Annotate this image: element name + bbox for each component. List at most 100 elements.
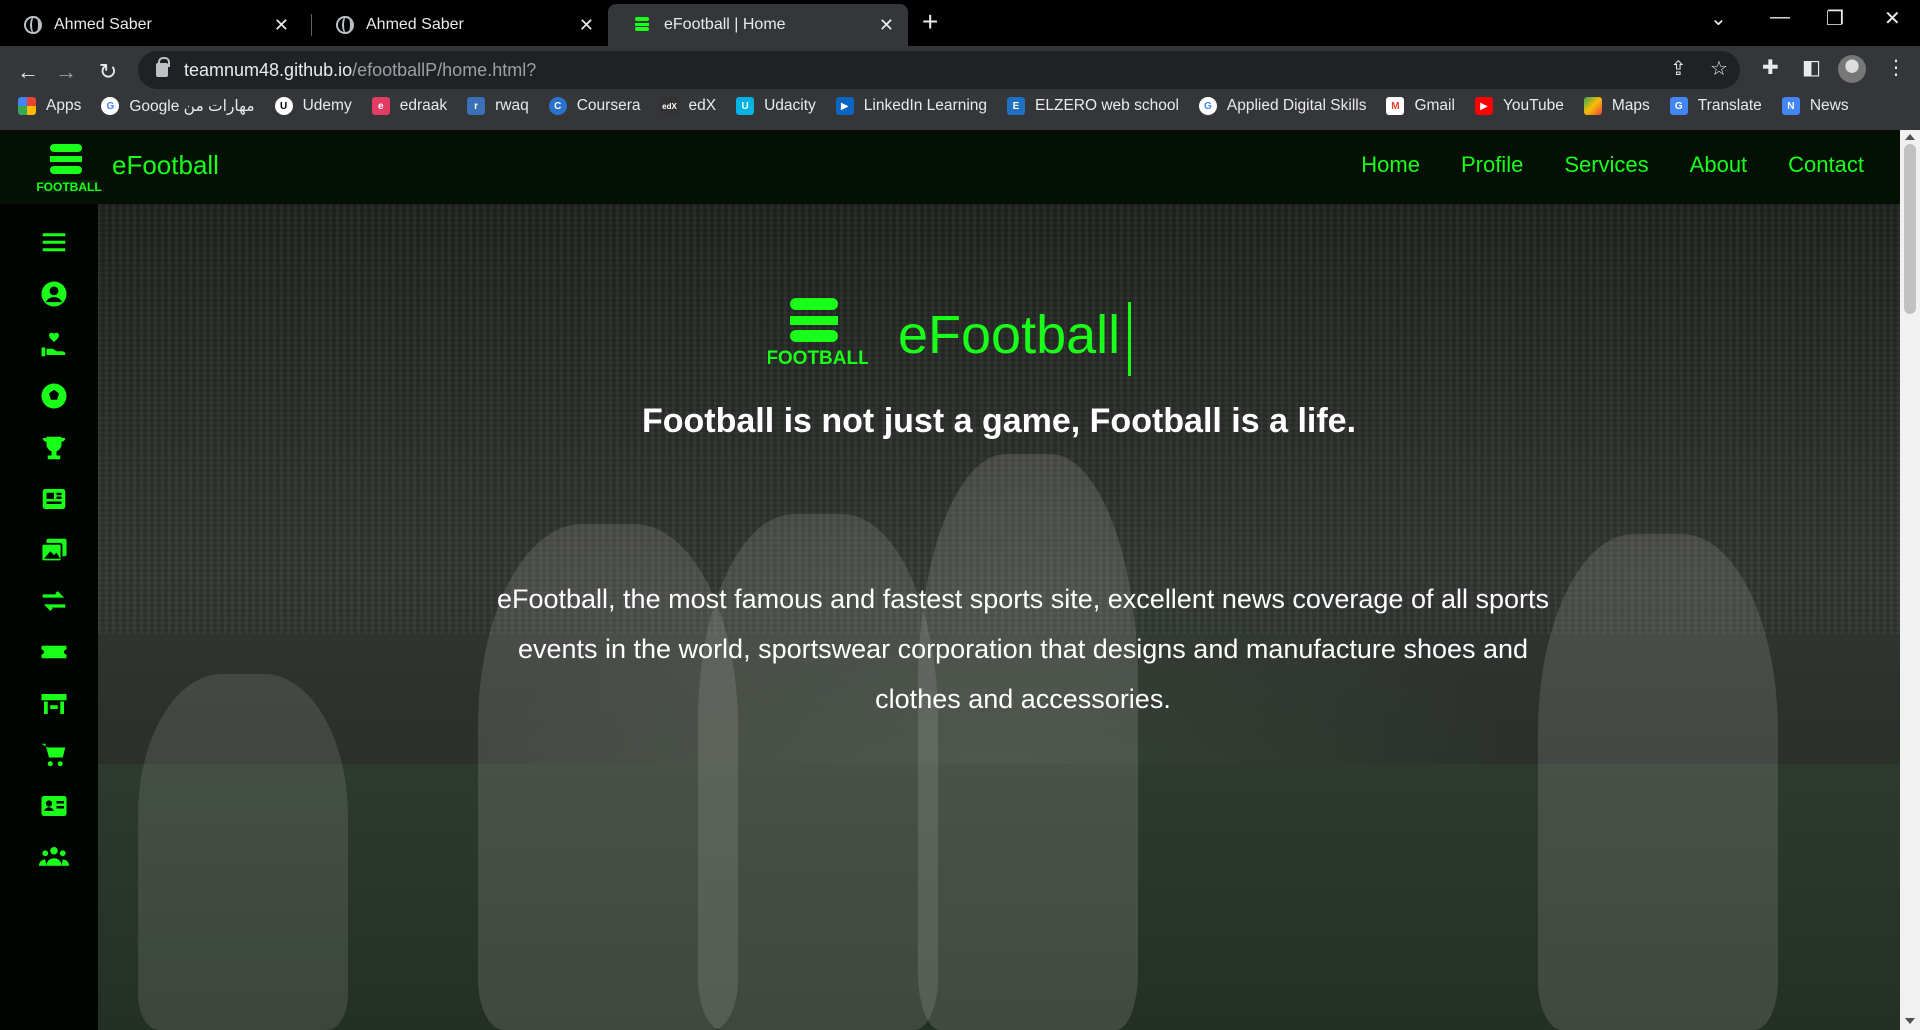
browser-tab[interactable]: Ahmed Saber ✕ <box>312 4 608 46</box>
efootball-hero-logo-icon: FOOTBALL <box>768 298 868 366</box>
close-icon[interactable]: ✕ <box>274 15 289 36</box>
bookmark-label: YouTube <box>1502 97 1564 114</box>
back-icon[interactable]: ← <box>10 54 46 90</box>
nav-profile[interactable]: Profile <box>1461 152 1523 178</box>
bookmark-label: Translate <box>1697 97 1762 114</box>
newspaper-icon[interactable] <box>38 483 70 515</box>
reload-icon[interactable]: ↻ <box>90 54 126 90</box>
cart-icon[interactable] <box>38 739 70 771</box>
bookmark-item[interactable]: G Applied Digital Skills <box>1198 97 1367 115</box>
bookmark-item[interactable]: G Translate <box>1669 97 1762 115</box>
efootball-logo-icon[interactable]: FOOTBALL <box>36 142 102 196</box>
efootball-favicon <box>632 15 652 35</box>
bookmark-star-icon[interactable]: ☆ <box>1710 56 1728 81</box>
browser-tabstrip: Ahmed Saber ✕ Ahmed Saber ✕ eFootball | … <box>0 0 1920 46</box>
scroll-down-arrow-icon[interactable] <box>1905 1018 1915 1024</box>
browser-tab-active[interactable]: eFootball | Home ✕ <box>608 4 908 46</box>
transfer-icon[interactable] <box>38 585 70 617</box>
site-header: FOOTBALL eFootball Home Profile Services… <box>0 130 1900 204</box>
rwaq-icon: r <box>467 97 486 115</box>
edraak-icon: e <box>371 97 390 115</box>
new-tab-icon[interactable]: + <box>922 8 938 36</box>
browser-tab[interactable]: Ahmed Saber ✕ <box>0 4 303 46</box>
team-icon[interactable] <box>38 841 70 873</box>
bookmark-item[interactable]: C Coursera <box>548 97 641 115</box>
scrollbar-thumb[interactable] <box>1904 144 1916 314</box>
bookmark-label: LinkedIn Learning <box>863 97 988 114</box>
tab-title: eFootball | Home <box>664 16 786 33</box>
bookmark-label: Gmail <box>1414 97 1455 114</box>
hero-description: eFootball, the most famous and fastest s… <box>496 584 1550 714</box>
hero-tagline: Football is not just a game, Football is… <box>641 402 1357 440</box>
share-icon[interactable]: ⇪ <box>1670 56 1687 81</box>
menu-icon[interactable] <box>38 226 70 258</box>
bookmark-item[interactable]: ▶ LinkedIn Learning <box>835 97 988 115</box>
bookmark-item[interactable]: U Udacity <box>736 97 816 115</box>
donation-icon[interactable] <box>38 329 70 361</box>
bookmark-label: Maps <box>1611 97 1650 114</box>
url-host: teamnum48.github.io <box>184 59 353 80</box>
lock-icon <box>156 57 170 77</box>
store-icon[interactable] <box>38 688 70 720</box>
extensions-icon[interactable]: ✚ <box>1762 55 1779 80</box>
close-icon[interactable]: ✕ <box>879 15 894 36</box>
window-close-icon[interactable]: ✕ <box>1884 6 1901 31</box>
apps-grid-icon <box>18 97 36 115</box>
restore-icon[interactable]: ❐ <box>1826 6 1844 31</box>
bookmark-item[interactable]: ▶ YouTube <box>1474 97 1564 115</box>
brand-name[interactable]: eFootball <box>112 150 219 181</box>
id-card-icon[interactable] <box>38 790 70 822</box>
youtube-icon: ▶ <box>1474 97 1493 115</box>
trophy-icon[interactable] <box>38 432 70 464</box>
globe-icon <box>336 16 354 34</box>
bookmark-item[interactable]: Apps <box>18 97 81 115</box>
udacity-icon: U <box>736 97 755 115</box>
bookmark-item[interactable]: N News <box>1781 97 1849 115</box>
gallery-icon[interactable] <box>38 534 70 566</box>
news-icon: N <box>1781 97 1800 115</box>
nav-contact[interactable]: Contact <box>1788 152 1864 178</box>
forward-icon[interactable]: → <box>48 54 84 90</box>
menu-dots-icon[interactable]: ⋮ <box>1886 55 1906 80</box>
player-silhouette <box>1538 534 1778 1030</box>
globe-icon <box>24 16 42 34</box>
tab-title: Ahmed Saber <box>54 16 152 33</box>
user-icon[interactable] <box>38 278 70 310</box>
bookmark-label: News <box>1809 97 1849 114</box>
page-scrollbar[interactable] <box>1900 130 1920 1030</box>
nav-services[interactable]: Services <box>1564 152 1648 178</box>
tab-search-icon[interactable]: ⌄ <box>1710 6 1727 31</box>
address-bar[interactable]: teamnum48.github.io/efootballP/home.html… <box>138 51 1740 89</box>
nav-about[interactable]: About <box>1690 152 1748 178</box>
minimize-icon[interactable]: — <box>1770 6 1790 29</box>
football-icon[interactable] <box>38 380 70 412</box>
bookmark-label: edraak <box>399 97 448 114</box>
bookmark-item[interactable]: G Google مهارات من <box>101 97 255 116</box>
sidebar <box>0 204 98 1030</box>
nav-home[interactable]: Home <box>1361 152 1420 178</box>
linkedin-learning-icon: ▶ <box>835 97 854 115</box>
google-icon: G <box>101 97 120 115</box>
bookmark-label: Applied Digital Skills <box>1226 97 1367 114</box>
player-silhouette <box>918 454 1138 1030</box>
webpage: FOOTBALL eFootball Home Profile Services… <box>0 130 1920 1030</box>
hero-section: FOOTBALL eFootball Football is not just … <box>98 204 1900 1030</box>
bookmark-item[interactable]: Maps <box>1583 97 1650 115</box>
scroll-up-arrow-icon[interactable] <box>1905 134 1915 140</box>
bookmark-item[interactable]: U Udemy <box>274 97 352 115</box>
ticket-icon[interactable] <box>38 636 70 668</box>
bookmark-item[interactable]: r rwaq <box>467 97 529 115</box>
translate-icon: G <box>1669 97 1688 115</box>
bookmark-label: Coursera <box>576 97 641 114</box>
bookmark-item[interactable]: M Gmail <box>1386 97 1455 115</box>
url-path: /efootballP/home.html? <box>352 59 537 80</box>
bookmark-item[interactable]: E ELZERO web school <box>1007 97 1179 115</box>
logo-wordmark: FOOTBALL <box>36 180 101 194</box>
main-nav: Home Profile Services About Contact <box>1320 152 1864 178</box>
bookmark-item[interactable]: e edraak <box>371 97 448 115</box>
hero-title: eFootball <box>898 305 1121 365</box>
close-icon[interactable]: ✕ <box>579 15 594 36</box>
side-panel-icon[interactable]: ◧ <box>1802 55 1821 80</box>
profile-avatar[interactable] <box>1838 55 1866 83</box>
bookmark-item[interactable]: edX edX <box>660 97 716 115</box>
